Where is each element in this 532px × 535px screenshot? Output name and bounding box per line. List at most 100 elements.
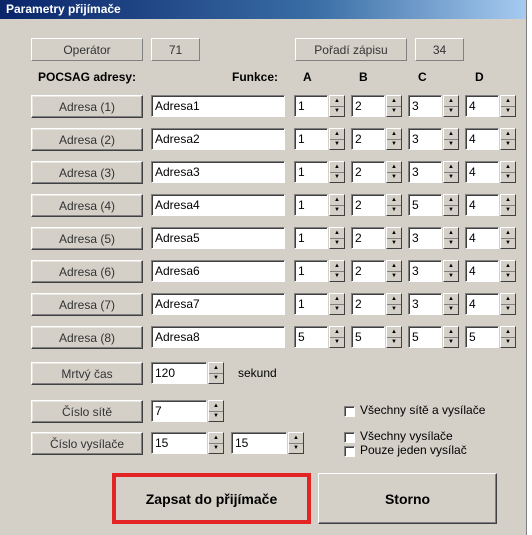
spin-up-icon[interactable]: ▲ [444, 228, 458, 238]
spin-up-icon[interactable]: ▲ [501, 96, 515, 106]
cancel-button[interactable]: Storno [318, 473, 497, 524]
function-c-spinner[interactable]: ▲ ▼ [443, 161, 459, 183]
address-button[interactable]: Adresa (6) [31, 260, 143, 283]
transmitter-spinner-2[interactable]: ▲ ▼ [288, 432, 304, 454]
spin-down-icon[interactable]: ▼ [330, 138, 344, 150]
spin-up-icon[interactable]: ▲ [209, 363, 223, 373]
function-c-field[interactable]: 3 [408, 260, 442, 282]
spin-up-icon[interactable]: ▲ [209, 433, 223, 443]
function-b-field[interactable]: 2 [351, 293, 385, 315]
function-c-field[interactable]: 3 [408, 227, 442, 249]
function-a-field[interactable]: 1 [294, 128, 328, 150]
network-number-button[interactable]: Číslo sítě [31, 400, 143, 423]
function-d-spinner[interactable]: ▲ ▼ [500, 293, 516, 315]
spin-down-icon[interactable]: ▼ [444, 303, 458, 315]
spin-down-icon[interactable]: ▼ [387, 303, 401, 315]
function-d-field[interactable]: 4 [465, 227, 499, 249]
function-c-field[interactable]: 5 [408, 326, 442, 348]
function-b-field[interactable]: 2 [351, 260, 385, 282]
spin-up-icon[interactable]: ▲ [501, 162, 515, 172]
spin-down-icon[interactable]: ▼ [209, 372, 223, 384]
transmitter-number-field-2[interactable]: 15 [231, 432, 287, 454]
function-d-spinner[interactable]: ▲ ▼ [500, 227, 516, 249]
spin-down-icon[interactable]: ▼ [330, 204, 344, 216]
spin-up-icon[interactable]: ▲ [387, 162, 401, 172]
spin-up-icon[interactable]: ▲ [387, 195, 401, 205]
spin-down-icon[interactable]: ▼ [501, 237, 515, 249]
spin-down-icon[interactable]: ▼ [330, 303, 344, 315]
spin-down-icon[interactable]: ▼ [387, 138, 401, 150]
spin-up-icon[interactable]: ▲ [444, 129, 458, 139]
function-c-spinner[interactable]: ▲ ▼ [443, 95, 459, 117]
spin-down-icon[interactable]: ▼ [387, 204, 401, 216]
function-b-field[interactable]: 2 [351, 95, 385, 117]
spin-up-icon[interactable]: ▲ [330, 228, 344, 238]
transmitter-number-field-1[interactable]: 15 [151, 432, 207, 454]
spin-up-icon[interactable]: ▲ [444, 162, 458, 172]
spin-down-icon[interactable]: ▼ [444, 171, 458, 183]
spin-down-icon[interactable]: ▼ [501, 270, 515, 282]
spin-up-icon[interactable]: ▲ [289, 433, 303, 443]
address-button[interactable]: Adresa (8) [31, 326, 143, 349]
spin-down-icon[interactable]: ▼ [387, 336, 401, 348]
spin-up-icon[interactable]: ▲ [444, 294, 458, 304]
spin-down-icon[interactable]: ▼ [444, 138, 458, 150]
spin-down-icon[interactable]: ▼ [501, 171, 515, 183]
all-networks-checkbox[interactable] [344, 406, 355, 417]
spin-down-icon[interactable]: ▼ [444, 336, 458, 348]
function-d-spinner[interactable]: ▲ ▼ [500, 260, 516, 282]
spin-down-icon[interactable]: ▼ [501, 336, 515, 348]
spin-up-icon[interactable]: ▲ [330, 261, 344, 271]
function-c-field[interactable]: 3 [408, 128, 442, 150]
function-c-spinner[interactable]: ▲ ▼ [443, 326, 459, 348]
spin-up-icon[interactable]: ▲ [387, 327, 401, 337]
function-c-field[interactable]: 5 [408, 194, 442, 216]
function-b-spinner[interactable]: ▲ ▼ [386, 161, 402, 183]
function-a-spinner[interactable]: ▲ ▼ [329, 293, 345, 315]
spin-down-icon[interactable]: ▼ [444, 204, 458, 216]
spin-down-icon[interactable]: ▼ [444, 237, 458, 249]
spin-down-icon[interactable]: ▼ [387, 270, 401, 282]
function-c-field[interactable]: 3 [408, 95, 442, 117]
address-button[interactable]: Adresa (3) [31, 161, 143, 184]
network-number-spinner[interactable]: ▲ ▼ [208, 400, 224, 422]
function-d-field[interactable]: 5 [465, 326, 499, 348]
function-d-spinner[interactable]: ▲ ▼ [500, 194, 516, 216]
function-b-field[interactable]: 2 [351, 194, 385, 216]
function-a-spinner[interactable]: ▲ ▼ [329, 95, 345, 117]
address-button[interactable]: Adresa (5) [31, 227, 143, 250]
spin-up-icon[interactable]: ▲ [444, 261, 458, 271]
function-d-field[interactable]: 4 [465, 95, 499, 117]
address-button[interactable]: Adresa (7) [31, 293, 143, 316]
address-name-field[interactable]: Adresa4 [151, 194, 285, 216]
spin-down-icon[interactable]: ▼ [501, 303, 515, 315]
address-name-field[interactable]: Adresa7 [151, 293, 285, 315]
address-button[interactable]: Adresa (1) [31, 95, 143, 118]
function-b-field[interactable]: 2 [351, 161, 385, 183]
all-transmitters-checkbox[interactable] [344, 432, 355, 443]
spin-up-icon[interactable]: ▲ [501, 129, 515, 139]
function-b-spinner[interactable]: ▲ ▼ [386, 194, 402, 216]
spin-up-icon[interactable]: ▲ [387, 129, 401, 139]
function-c-spinner[interactable]: ▲ ▼ [443, 128, 459, 150]
dead-time-field[interactable]: 120 [151, 362, 207, 384]
function-d-field[interactable]: 4 [465, 128, 499, 150]
write-to-receiver-button[interactable]: Zapsat do přijímače [112, 473, 311, 524]
spin-down-icon[interactable]: ▼ [330, 171, 344, 183]
address-button[interactable]: Adresa (2) [31, 128, 143, 151]
function-a-spinner[interactable]: ▲ ▼ [329, 128, 345, 150]
function-a-field[interactable]: 1 [294, 260, 328, 282]
function-c-spinner[interactable]: ▲ ▼ [443, 260, 459, 282]
function-a-field[interactable]: 5 [294, 326, 328, 348]
spin-up-icon[interactable]: ▲ [501, 294, 515, 304]
dead-time-button[interactable]: Mrtvý čas [31, 362, 143, 385]
single-transmitter-checkbox[interactable] [344, 446, 355, 457]
spin-up-icon[interactable]: ▲ [444, 327, 458, 337]
function-d-field[interactable]: 4 [465, 293, 499, 315]
spin-up-icon[interactable]: ▲ [501, 327, 515, 337]
spin-down-icon[interactable]: ▼ [387, 105, 401, 117]
address-name-field[interactable]: Adresa5 [151, 227, 285, 249]
function-a-spinner[interactable]: ▲ ▼ [329, 227, 345, 249]
function-a-spinner[interactable]: ▲ ▼ [329, 194, 345, 216]
function-a-field[interactable]: 1 [294, 227, 328, 249]
